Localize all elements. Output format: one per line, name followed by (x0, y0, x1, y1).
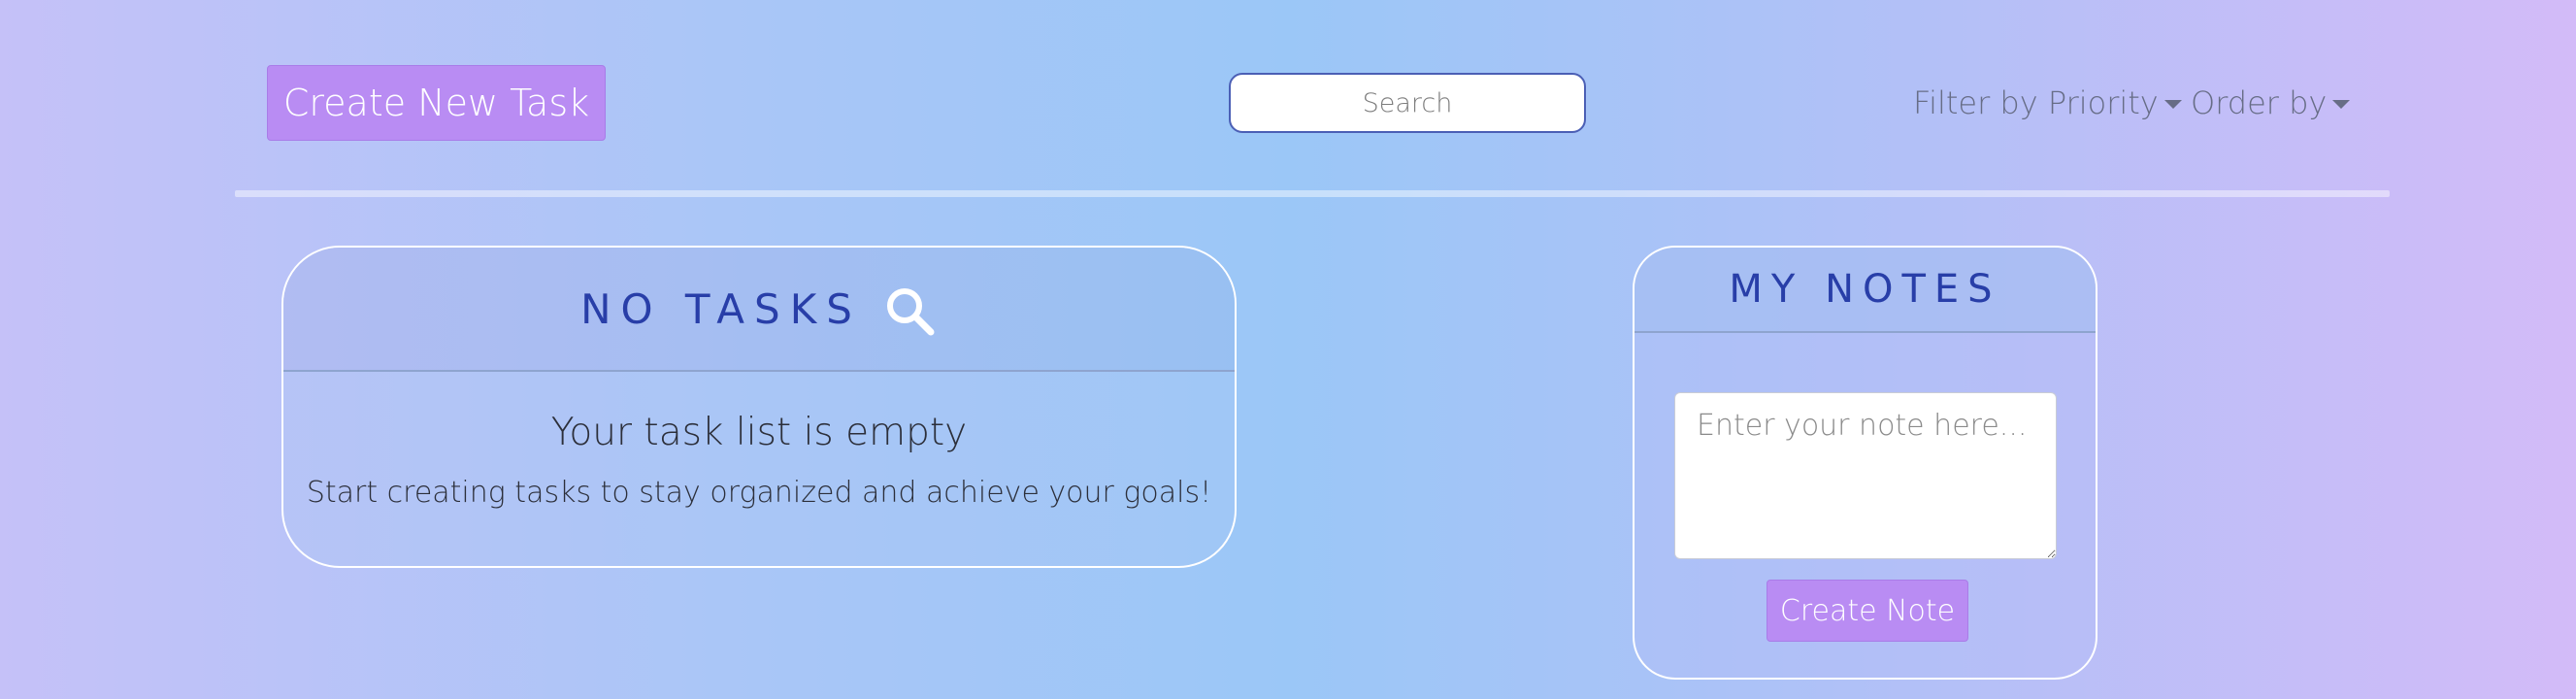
tasks-card-header: NO TASKS (283, 248, 1235, 372)
top-navbar: Create New Task Filter by Priority Order… (0, 0, 2576, 194)
search-input[interactable] (1229, 73, 1586, 133)
notes-card-header: MY NOTES (1635, 248, 2096, 333)
search-icon (883, 284, 938, 339)
create-new-task-button[interactable]: Create New Task (267, 65, 606, 141)
filter-by-priority-label: Filter by Priority (1913, 84, 2159, 121)
caret-down-icon (2163, 99, 2182, 109)
notes-title: MY NOTES (1729, 267, 2001, 312)
empty-tasks-subtitle: Start creating tasks to stay organized a… (306, 476, 1212, 510)
caret-down-icon (2332, 99, 2351, 109)
order-by-dropdown[interactable]: Order by (2191, 80, 2351, 126)
header-divider (235, 190, 2390, 197)
note-textarea[interactable] (1674, 392, 2057, 559)
tasks-card: NO TASKS Your task list is empty Start c… (281, 246, 1237, 568)
create-note-button[interactable]: Create Note (1767, 580, 1968, 642)
tasks-title: NO TASKS (580, 284, 862, 333)
empty-tasks-title: Your task list is empty (550, 411, 968, 454)
order-by-label: Order by (2191, 84, 2328, 121)
filter-by-priority-dropdown[interactable]: Filter by Priority (1913, 80, 2182, 126)
notes-card: MY NOTES Create Note (1633, 246, 2097, 680)
